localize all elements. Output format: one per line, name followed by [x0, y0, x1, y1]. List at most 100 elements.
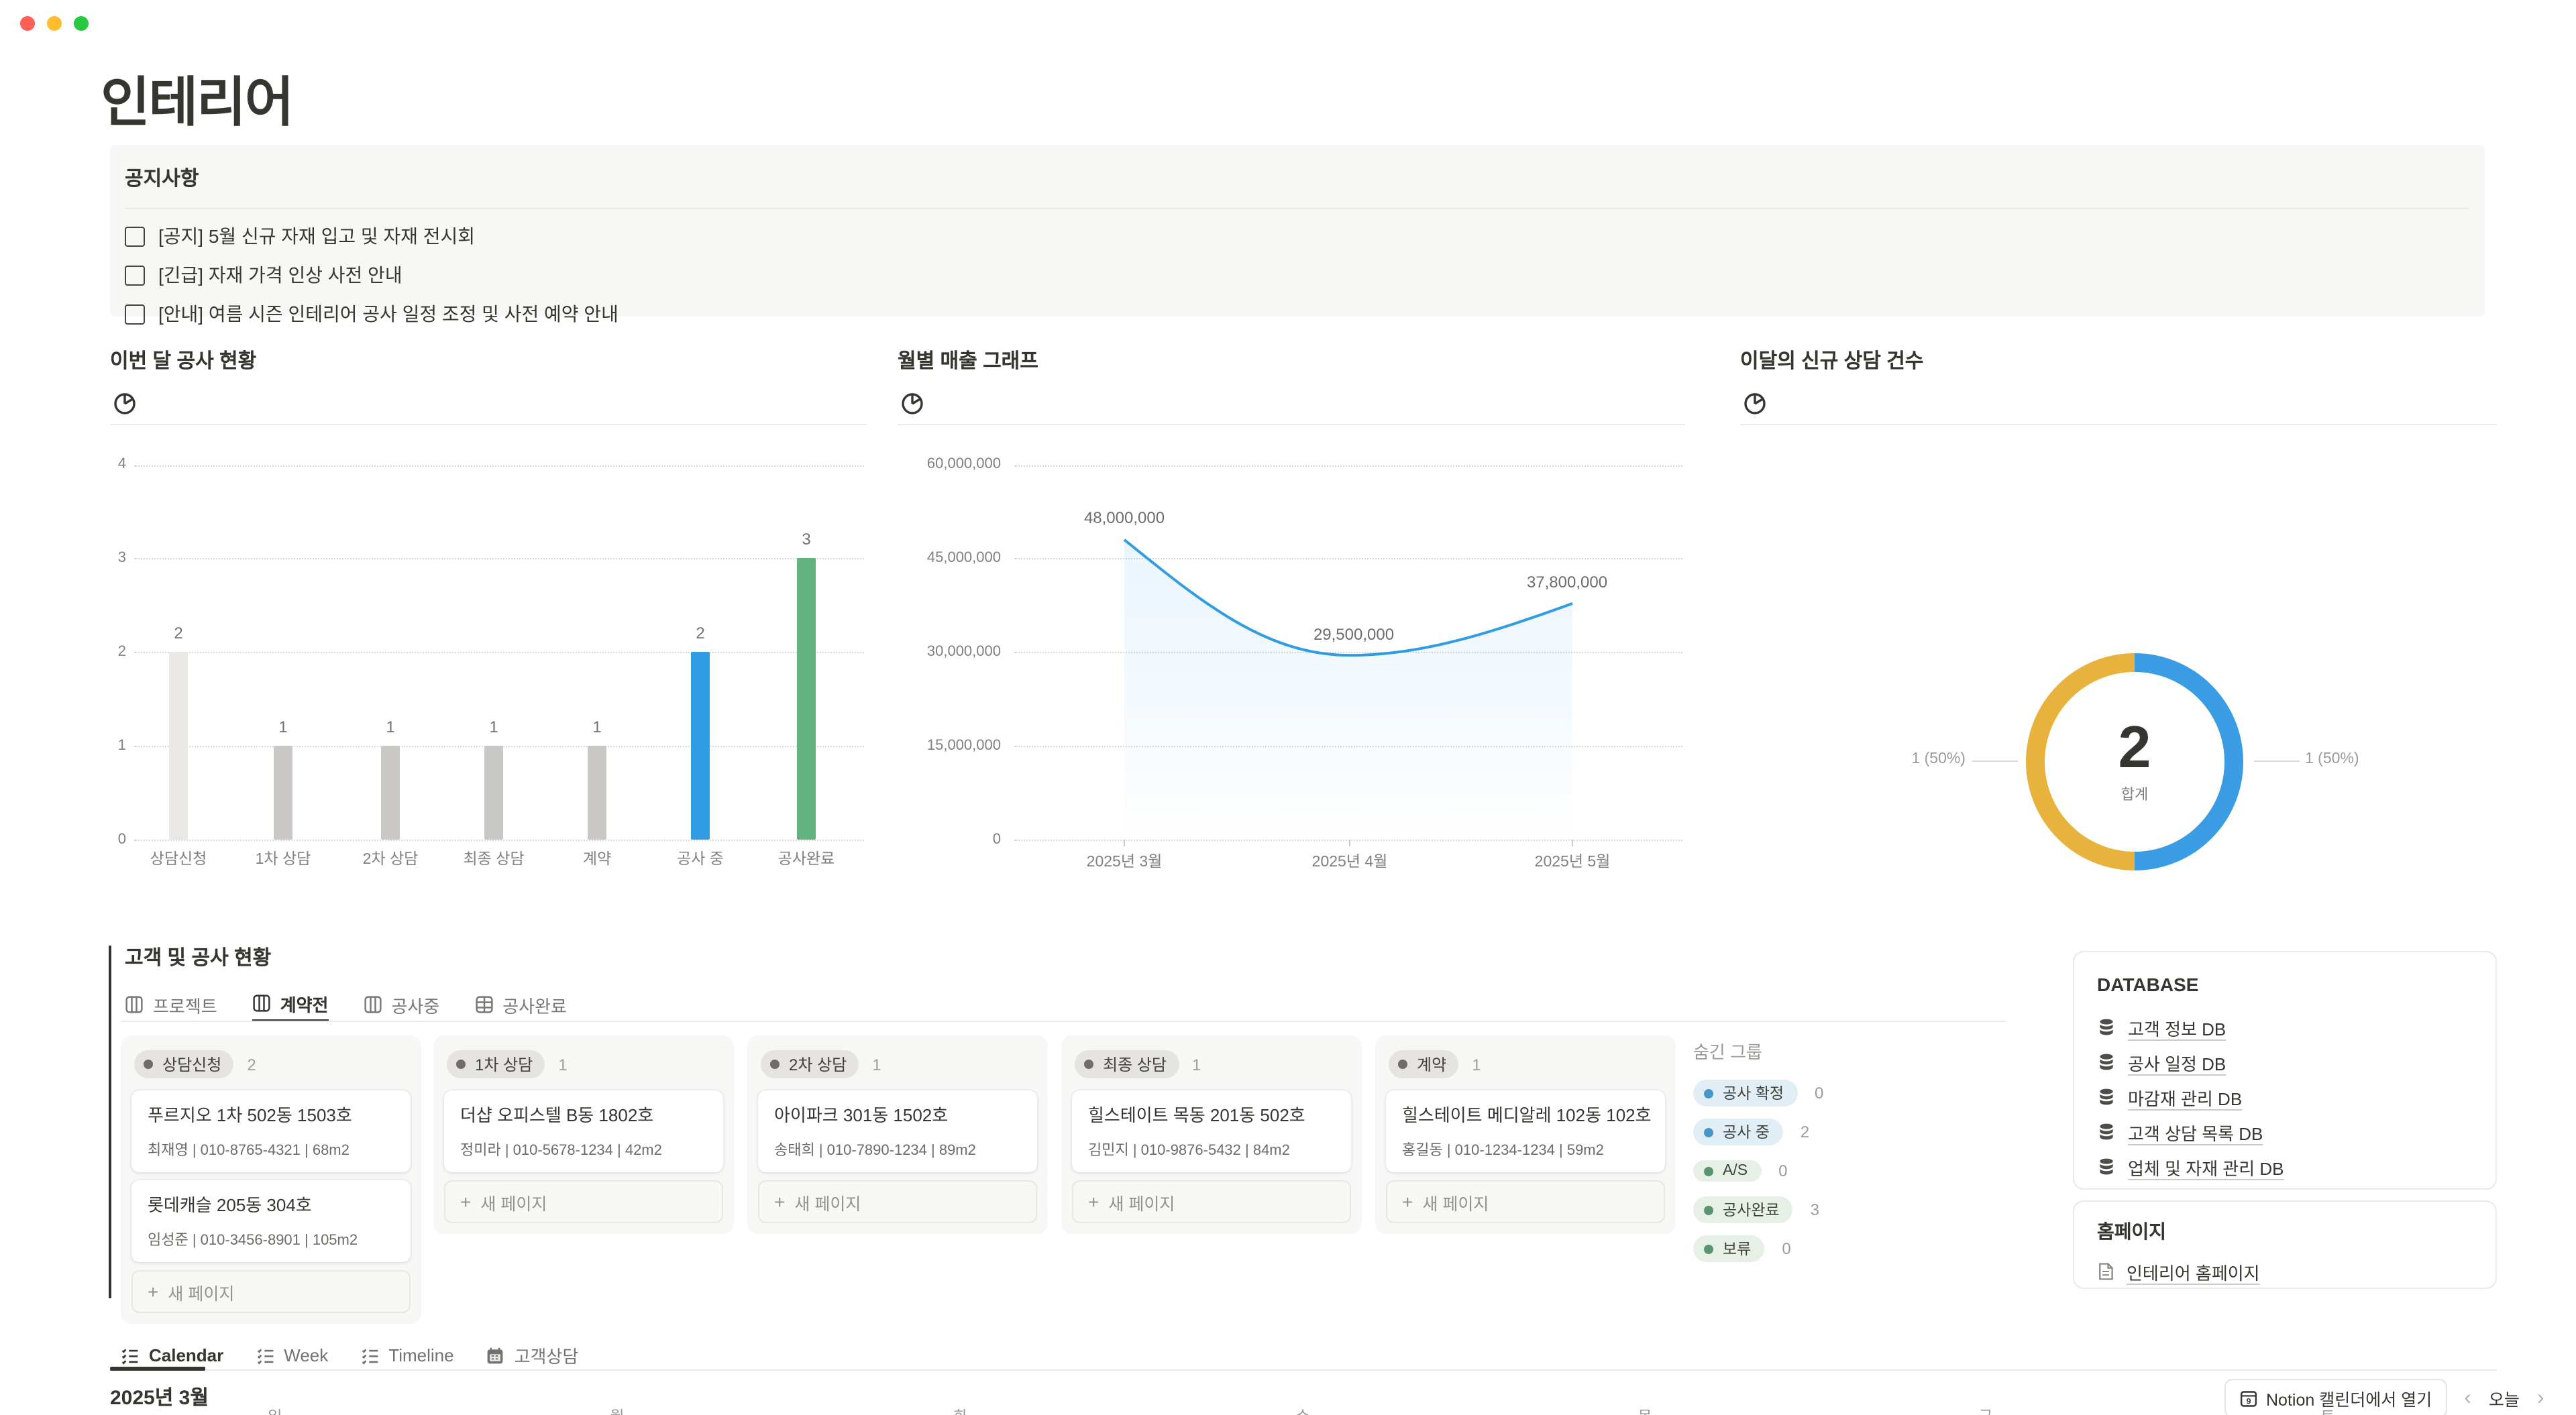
pie-chart-icon[interactable]: [113, 392, 137, 416]
kanban-card[interactable]: 푸르지오 1차 502동 1503호 최재영 | 010-8765-4321 |…: [131, 1090, 411, 1172]
db-link-customer-info[interactable]: 고객 정보 DB: [2097, 1010, 2473, 1045]
column-count: 1: [1472, 1055, 1481, 1074]
prev-month-icon[interactable]: ‹: [2464, 1388, 2471, 1409]
hidden-group-row[interactable]: 공사 확정 0: [1693, 1080, 1823, 1107]
card-meta: 임성준 | 010-3456-8901 | 105m2: [148, 1229, 394, 1250]
database-panel-title: DATABASE: [2097, 974, 2473, 995]
minimize-window-icon[interactable]: [47, 16, 62, 31]
data-point-label: 48,000,000: [1051, 508, 1198, 527]
card-title: 더샵 오피스텔 B동 1802호: [460, 1101, 707, 1127]
checkbox-icon[interactable]: [125, 265, 145, 285]
calendar-controls: 9 Notion 캘린더에서 열기 ‹ 오늘 ›: [2224, 1379, 2544, 1415]
tab-label: Timeline: [388, 1345, 453, 1365]
kanban-card[interactable]: 더샵 오피스텔 B동 1802호 정미라 | 010-5678-1234 | 4…: [444, 1090, 723, 1172]
segment-label: 1 (50%): [1874, 751, 1966, 767]
bar-chart-block: 이번 달 공사 현황 4 3 2 1 0 2상담신청 11차 상담 12차 상담…: [110, 346, 867, 374]
bar-group: 1최종 상담: [451, 443, 537, 872]
list-view-icon: [360, 1346, 379, 1365]
tab-in-construction[interactable]: 공사중: [363, 987, 439, 1022]
status-badge: 공사 확정: [1693, 1080, 1797, 1107]
divider: [110, 424, 867, 425]
todo-item[interactable]: [긴급] 자재 가격 인상 사전 안내: [125, 263, 2469, 287]
db-link-consult-list[interactable]: 고객 상담 목록 DB: [2097, 1115, 2473, 1149]
tab-week[interactable]: Week: [256, 1340, 328, 1371]
status-label: 공사 중: [1723, 1121, 1770, 1143]
group-count: 0: [1782, 1239, 1790, 1258]
y-axis-tick: 0: [110, 832, 126, 848]
tab-timeline[interactable]: Timeline: [360, 1340, 453, 1371]
calendar-icon: [486, 1346, 505, 1365]
db-link-vendor-materials[interactable]: 업체 및 자재 관리 DB: [2097, 1149, 2473, 1184]
todo-item[interactable]: [공지] 5월 신규 자재 입고 및 자재 전시회: [125, 224, 2469, 248]
homepage-link[interactable]: 인테리어 홈페이지: [2097, 1254, 2473, 1289]
column-header[interactable]: 최종 상담 1: [1072, 1046, 1351, 1090]
bar[interactable]: [169, 653, 188, 840]
x-axis-label: 2025년 4월: [1312, 850, 1388, 872]
db-link-construction-schedule[interactable]: 공사 일정 DB: [2097, 1045, 2473, 1080]
board-view-tabs: 프로젝트 계약전 공사중 공사완료: [125, 987, 567, 1022]
tab-label: 고객상담: [515, 1343, 579, 1368]
kanban-card[interactable]: 힐스테이트 메디알레 102동 102호 홍길동 | 010-1234-1234…: [1386, 1090, 1665, 1172]
bar[interactable]: [381, 746, 400, 840]
maximize-window-icon[interactable]: [74, 16, 89, 31]
active-tab-underline: [110, 1367, 205, 1371]
bar[interactable]: [797, 559, 816, 840]
weekday-label: 월: [590, 1406, 644, 1415]
today-button[interactable]: 오늘: [2489, 1385, 2520, 1411]
weekday-label: 목: [1618, 1406, 1672, 1415]
hidden-group-row[interactable]: 공사 중 2: [1693, 1119, 1823, 1145]
notice-callout: 공지사항 [공지] 5월 신규 자재 입고 및 자재 전시회 [긴급] 자재 가…: [110, 145, 2485, 317]
new-page-button[interactable]: +새 페이지: [131, 1270, 411, 1313]
kanban-card[interactable]: 아이파크 301동 1502호 송태희 | 010-7890-1234 | 89…: [758, 1090, 1037, 1172]
notice-title: 공지사항: [125, 161, 2469, 209]
bar[interactable]: [588, 746, 606, 840]
status-badge: 상담신청: [134, 1050, 233, 1078]
status-badge: A/S: [1693, 1160, 1761, 1182]
tab-construction-done[interactable]: 공사완료: [474, 987, 567, 1022]
new-page-button[interactable]: +새 페이지: [444, 1180, 723, 1223]
new-page-button[interactable]: +새 페이지: [758, 1180, 1037, 1223]
bar[interactable]: [274, 746, 292, 840]
tab-label: 공사중: [391, 992, 439, 1017]
bar-group: 2상담신청: [136, 443, 221, 872]
hidden-group-row[interactable]: 보류 0: [1693, 1235, 1823, 1262]
tab-project[interactable]: 프로젝트: [125, 987, 217, 1022]
kanban-card[interactable]: 롯데캐슬 205동 304호 임성준 | 010-3456-8901 | 105…: [131, 1180, 411, 1262]
column-header[interactable]: 계약 1: [1386, 1046, 1665, 1090]
tab-pre-contract[interactable]: 계약전: [252, 987, 329, 1022]
new-page-label: 새 페이지: [168, 1279, 234, 1304]
column-header[interactable]: 2차 상담 1: [758, 1046, 1037, 1090]
close-window-icon[interactable]: [20, 16, 35, 31]
tab-label: 계약전: [280, 990, 329, 1016]
new-page-button[interactable]: +새 페이지: [1072, 1180, 1351, 1223]
donut-chart-block: 이달의 신규 상담 건수 2 합계 1 (50%) 1 (50%): [1740, 346, 2497, 374]
weekday-label: 수: [1276, 1406, 1330, 1415]
status-badge: 최종 상담: [1075, 1050, 1179, 1078]
kanban-card[interactable]: 힐스테이트 목동 201동 502호 김민지 | 010-9876-5432 |…: [1072, 1090, 1351, 1172]
homepage-link-label: 인테리어 홈페이지: [2127, 1259, 2260, 1284]
board-view-icon: [363, 995, 382, 1014]
new-page-button[interactable]: +새 페이지: [1386, 1180, 1665, 1223]
hidden-group-row[interactable]: A/S 0: [1693, 1157, 1823, 1184]
column-count: 2: [247, 1055, 256, 1074]
column-count: 1: [558, 1055, 567, 1074]
column-header[interactable]: 1차 상담 1: [444, 1046, 723, 1090]
hidden-group-row[interactable]: 공사완료 3: [1693, 1196, 1823, 1223]
checkbox-icon[interactable]: [125, 226, 145, 246]
kanban-column-second-consult: 2차 상담 1 아이파크 301동 1502호 송태희 | 010-7890-1…: [747, 1035, 1048, 1234]
column-header[interactable]: 상담신청 2: [131, 1046, 411, 1090]
bar[interactable]: [691, 653, 710, 840]
data-point-label: 29,500,000: [1280, 625, 1428, 644]
next-month-icon[interactable]: ›: [2537, 1388, 2544, 1409]
page-icon: [2097, 1262, 2114, 1281]
column-count: 1: [872, 1055, 881, 1074]
checkbox-icon[interactable]: [125, 304, 145, 324]
todo-item[interactable]: [안내] 여름 시즌 인테리어 공사 일정 조정 및 사전 예약 안내: [125, 302, 2469, 326]
status-label: 계약: [1417, 1053, 1446, 1076]
pie-chart-icon[interactable]: [1743, 392, 1767, 416]
bar[interactable]: [484, 746, 503, 840]
pie-chart-icon[interactable]: [900, 392, 924, 416]
db-link-finishing-materials[interactable]: 마감재 관리 DB: [2097, 1080, 2473, 1115]
todo-label: [긴급] 자재 가격 인상 사전 안내: [158, 262, 402, 288]
tab-customer-consult[interactable]: 고객상담: [486, 1340, 579, 1371]
